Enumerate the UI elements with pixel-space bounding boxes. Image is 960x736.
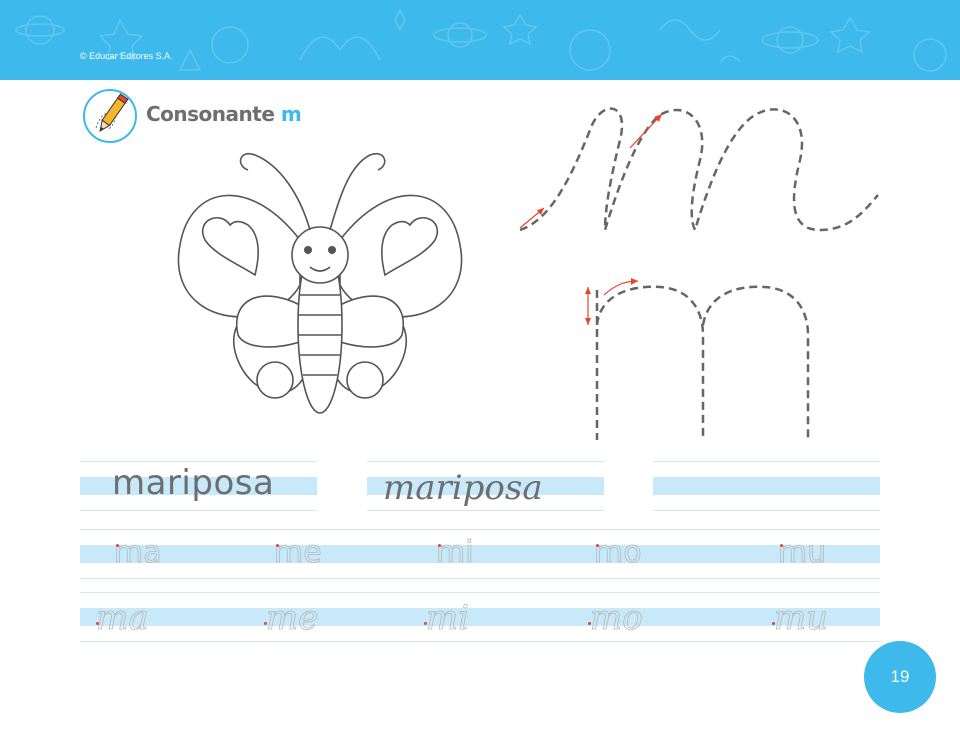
syllable-cursive: ma: [96, 598, 149, 639]
word-cursive-box: mariposa: [367, 461, 604, 511]
word-cursive-svg: mariposa: [383, 468, 543, 508]
word-print: mariposa: [112, 463, 275, 503]
word-print-box: mariposa: [80, 461, 317, 511]
syllables-print-row: ma me mi mo mu: [80, 529, 880, 579]
page-title: Consonante m: [146, 102, 302, 126]
copyright-text: © Educar Editores S.A.: [80, 51, 173, 61]
syllables-cursive-row: ma me mi mo mu: [80, 592, 880, 642]
cursive-m-guide: [519, 107, 879, 234]
title-prefix: Consonante: [146, 102, 275, 126]
doodle-pattern: [15, 8, 947, 72]
pencil-icon: [83, 89, 137, 143]
syllable-cursive: mi: [426, 598, 470, 639]
word-writing-box[interactable]: [653, 461, 880, 511]
syllable-print: mo: [594, 535, 642, 571]
syllable-cursive: me: [266, 598, 319, 639]
syllable-print: mi: [436, 535, 474, 571]
word-cursive: mariposa: [383, 468, 543, 508]
syllable-cursive: mu: [774, 598, 829, 639]
top-banner: © Educar Editores S.A.: [0, 0, 960, 80]
syllable-cursive: mo: [590, 598, 644, 639]
print-m-guide: [585, 278, 810, 440]
page-number: 19: [864, 641, 936, 713]
syllable-print: me: [274, 535, 322, 571]
syllable-print: ma: [114, 535, 162, 571]
title-letter: m: [280, 102, 302, 126]
syllable-print: mu: [778, 535, 827, 571]
butterfly-illustration: [177, 152, 463, 414]
